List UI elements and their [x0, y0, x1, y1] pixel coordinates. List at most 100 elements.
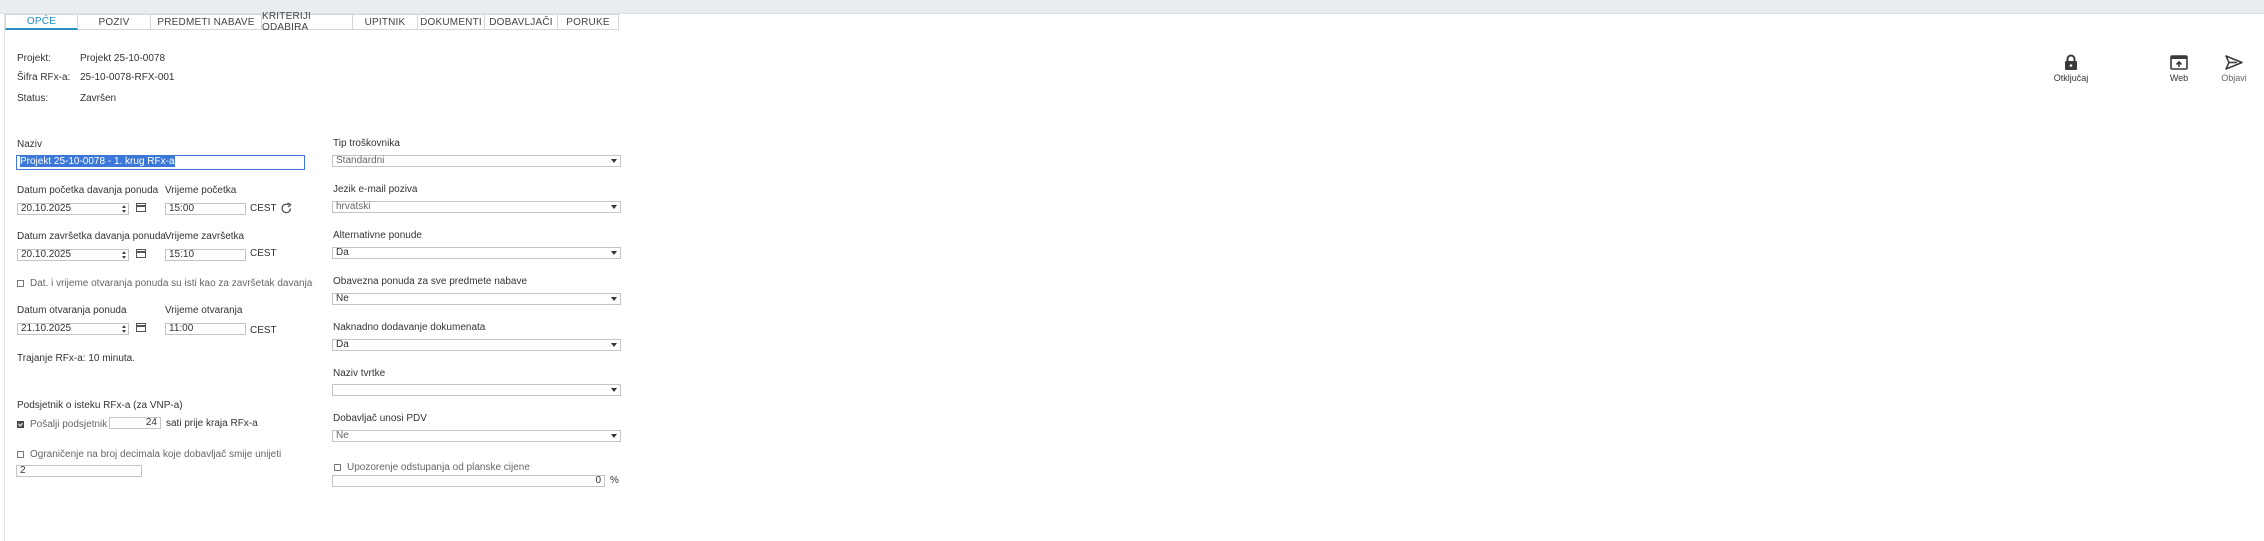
pdv-select[interactable]: Ne — [332, 430, 621, 442]
open-date-stepper[interactable] — [122, 325, 127, 333]
decimals-value: 2 — [20, 465, 26, 476]
tab-kriteriji-odabira[interactable]: KRITERIJI ODABIRA — [262, 11, 353, 33]
reminder-title: Podsjetnik o isteku RFx-a (za VNP-a) — [17, 400, 183, 411]
chevron-down-icon — [611, 434, 617, 438]
unlock-label: Otključaj — [2053, 73, 2089, 83]
upozorenje-checkbox[interactable] — [334, 464, 341, 471]
obavezna-value: Ne — [336, 293, 349, 304]
projekt-value: Projekt 25-10-0078 — [80, 53, 166, 64]
end-date-stepper[interactable] — [122, 251, 127, 259]
tip-label: Tip troškovnika — [333, 138, 400, 149]
reminder-hours-value: 24 — [145, 417, 157, 428]
jezik-value: hrvatski — [336, 201, 371, 212]
end-time-input[interactable]: 15:10 — [165, 249, 246, 261]
naknadno-select[interactable]: Da — [332, 339, 621, 351]
percent-sign: % — [610, 475, 619, 486]
tab-dobavljaci[interactable]: DOBAVLJAČI — [485, 14, 558, 30]
lock-icon — [2065, 54, 2077, 70]
start-time-value: 15:00 — [169, 203, 195, 214]
start-time-label: Vrijeme početka — [165, 185, 237, 196]
reminder-hours-input[interactable]: 24 — [109, 417, 161, 429]
publish-label: Objavi — [2221, 73, 2247, 83]
chevron-down-icon — [611, 251, 617, 255]
left-border — [4, 13, 5, 541]
calendar-icon[interactable] — [136, 203, 146, 212]
open-time-value: 11:00 — [169, 323, 194, 334]
reminder-suffix: sati prije kraja RFx-a — [166, 418, 258, 429]
end-date-input[interactable]: 20.10.2025 — [17, 249, 129, 261]
tvrtka-select[interactable] — [332, 384, 621, 396]
end-tz: CEST — [250, 248, 277, 259]
end-date-label: Datum završetka davanja ponuda — [17, 231, 166, 242]
jezik-select[interactable]: hrvatski — [332, 201, 621, 213]
decimals-label: Ograničenje na broj decimala koje dobavl… — [30, 449, 282, 460]
tab-predmeti-nabave[interactable]: PREDMETI NABAVE — [151, 14, 262, 30]
start-time-input[interactable]: 15:00 — [165, 203, 246, 215]
naziv-label: Naziv — [17, 139, 43, 150]
same-as-end-label: Dat. i vrijeme otvaranja ponuda su isti … — [30, 278, 313, 289]
start-date-value: 20.10.2025 — [21, 203, 72, 214]
start-date-input[interactable]: 20.10.2025 — [17, 203, 129, 215]
send-icon — [2225, 55, 2243, 70]
tab-opce[interactable]: OPĆE — [5, 14, 78, 30]
start-tz: CEST — [250, 203, 277, 214]
tab-bar: OPĆE POZIV PREDMETI NABAVE KRITERIJI ODA… — [5, 11, 619, 33]
sifra-value: 25-10-0078-RFX-001 — [80, 72, 175, 83]
open-time-input[interactable]: 11:00 — [165, 323, 246, 335]
status-value: Završen — [80, 93, 117, 104]
web-label: Web — [2169, 73, 2189, 83]
obavezna-label: Obavezna ponuda za sve predmete nabave — [333, 276, 528, 287]
open-date-input[interactable]: 21.10.2025 — [17, 323, 129, 335]
chevron-down-icon — [611, 159, 617, 163]
decimals-input[interactable]: 2 — [16, 465, 142, 477]
jezik-label: Jezik e-mail poziva — [333, 184, 418, 195]
send-reminder-label: Pošalji podsjetnik — [30, 419, 108, 430]
web-button[interactable]: Web — [2154, 54, 2204, 83]
sifra-label: Šifra RFx-a: — [17, 72, 71, 83]
naknadno-value: Da — [336, 339, 349, 350]
tab-dokumenti[interactable]: DOKUMENTI — [418, 14, 485, 30]
tab-upitnik[interactable]: UPITNIK — [353, 14, 418, 30]
tip-value: Standardni — [336, 155, 385, 166]
open-date-value: 21.10.2025 — [21, 323, 72, 334]
end-time-label: Vrijeme završetka — [165, 231, 245, 242]
naziv-value: Projekt 25-10-0078 - 1. krug RFx-a — [20, 156, 175, 167]
tip-select[interactable]: Standardni — [332, 155, 621, 167]
chevron-down-icon — [611, 388, 617, 392]
upozorenje-value: 0 — [595, 475, 601, 486]
tvrtka-label: Naziv tvrtke — [333, 368, 386, 379]
end-date-value: 20.10.2025 — [21, 249, 72, 260]
alt-value: Da — [336, 247, 349, 258]
unlock-button[interactable]: Otključaj — [2046, 54, 2096, 83]
open-tz: CEST — [250, 325, 277, 336]
upozorenje-input[interactable]: 0 — [332, 475, 605, 487]
same-as-end-checkbox[interactable] — [17, 280, 24, 287]
upozorenje-label: Upozorenje odstupanja od planske cijene — [347, 462, 530, 473]
end-time-value: 15:10 — [169, 249, 195, 260]
refresh-icon[interactable] — [280, 202, 293, 215]
publish-button[interactable]: Objavi — [2209, 54, 2259, 83]
calendar-icon[interactable] — [136, 249, 146, 258]
start-date-stepper[interactable] — [122, 205, 127, 213]
naknadno-label: Naknadno dodavanje dokumenata — [333, 322, 486, 333]
pdv-value: Ne — [336, 430, 349, 441]
open-time-label: Vrijeme otvaranja — [165, 305, 243, 316]
chevron-down-icon — [611, 297, 617, 301]
alt-label: Alternativne ponude — [333, 230, 422, 241]
status-label: Status: — [17, 93, 49, 104]
calendar-icon[interactable] — [136, 323, 146, 332]
chevron-down-icon — [611, 205, 617, 209]
projekt-label: Projekt: — [17, 53, 51, 64]
start-date-label: Datum početka davanja ponuda — [17, 185, 159, 196]
open-date-label: Datum otvaranja ponuda — [17, 305, 127, 316]
tab-poruke[interactable]: PORUKE — [558, 14, 619, 30]
obavezna-select[interactable]: Ne — [332, 293, 621, 305]
tab-poziv[interactable]: POZIV — [78, 14, 151, 30]
pdv-label: Dobavljač unosi PDV — [333, 413, 427, 424]
send-reminder-checkbox[interactable] — [17, 421, 24, 428]
duration-text: Trajanje RFx-a: 10 minuta. — [17, 353, 136, 364]
decimals-checkbox[interactable] — [17, 451, 24, 458]
alt-select[interactable]: Da — [332, 247, 621, 259]
naziv-input[interactable]: Projekt 25-10-0078 - 1. krug RFx-a — [16, 155, 305, 170]
chevron-down-icon — [611, 343, 617, 347]
